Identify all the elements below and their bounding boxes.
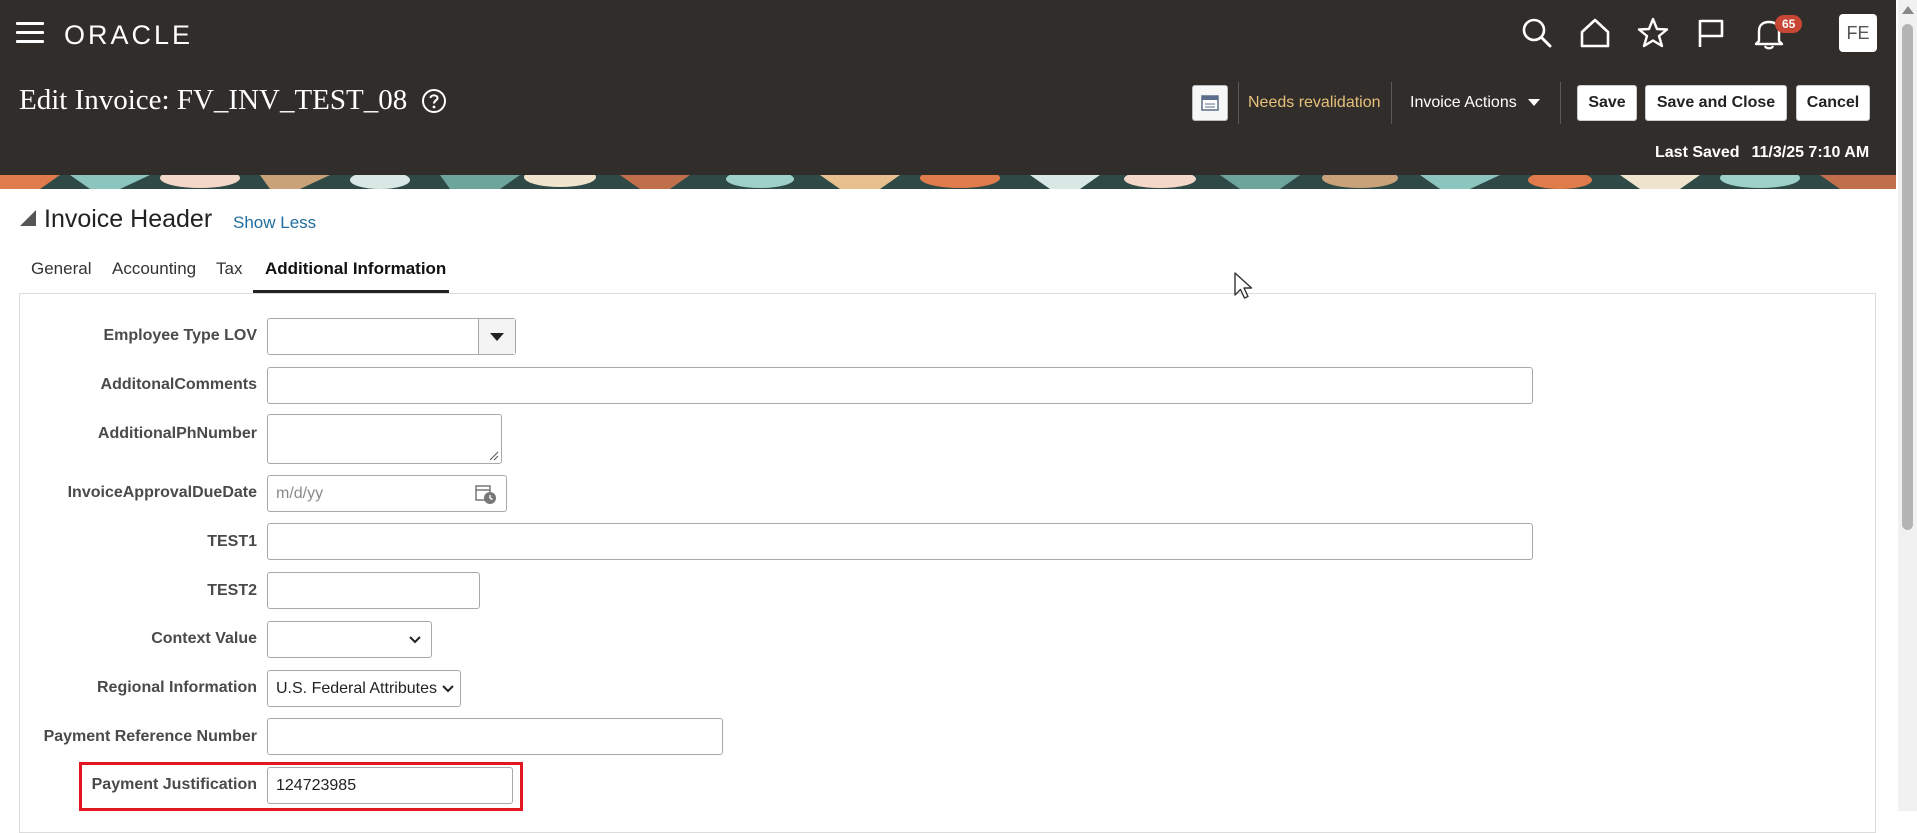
save-and-close-button[interactable]: Save and Close [1645,85,1787,121]
invoice-actions-label: Invoice Actions [1410,94,1517,111]
oracle-logo: ORACLE [64,20,194,50]
resize-handle-icon[interactable] [489,451,499,461]
home-icon[interactable] [1578,16,1612,50]
toolbar-divider [1560,82,1561,124]
test2-input[interactable] [267,572,480,609]
global-header: ORACLE 65 FE Edit Invoice: FV_INV_TEST_0… [0,0,1896,175]
employee-type-lov-dropdown-button[interactable] [478,319,515,354]
calendar-icon[interactable] [474,482,498,506]
mouse-cursor-icon [1234,272,1253,299]
search-icon[interactable] [1520,16,1554,50]
user-avatar[interactable]: FE [1839,14,1877,52]
date-placeholder: m/d/yy [276,484,324,502]
additional-ph-number-textarea[interactable] [267,414,502,464]
scroll-up-arrow[interactable] [1902,6,1914,14]
additional-comments-label: AdditonalComments [100,376,257,393]
additional-ph-number-label: AdditionalPhNumber [97,425,257,442]
notification-count-badge: 65 [1775,15,1803,33]
payment-reference-number-label: Payment Reference Number [43,728,257,745]
validation-status[interactable]: Needs revalidation [1248,94,1381,112]
decorative-banner [0,175,1896,189]
test1-input[interactable] [267,523,1533,560]
chevron-down-icon [409,636,421,644]
context-value-label: Context Value [151,630,257,647]
toolbar-divider [1391,82,1392,124]
additional-comments-input[interactable] [267,367,1533,404]
test1-label: TEST1 [207,533,257,550]
tab-tax[interactable]: Tax [216,259,242,279]
scroll-thumb[interactable] [1902,24,1913,530]
payment-justification-label: Payment Justification [91,776,257,793]
invoice-actions-menu[interactable]: Invoice Actions [1410,94,1541,112]
tab-additional-information[interactable]: Additional Information [265,259,446,279]
payment-justification-value: 124723985 [276,776,357,794]
regional-information-label: Regional Information [97,679,257,696]
toolbar-divider [1238,82,1239,124]
regional-information-value: U.S. Federal Attributes [276,679,437,697]
last-saved-info: Last Saved 11/3/25 7:10 AM [1655,144,1869,162]
flag-icon[interactable] [1694,16,1728,50]
vertical-scrollbar[interactable] [1898,0,1917,811]
payment-reference-number-input[interactable] [267,718,723,755]
context-value-select[interactable] [267,621,432,658]
tab-accounting[interactable]: Accounting [112,259,196,279]
tab-general[interactable]: General [31,259,91,279]
employee-type-lov-field[interactable] [267,318,516,355]
last-saved-label: Last Saved [1655,144,1740,161]
payment-justification-input[interactable]: 124723985 [267,767,513,804]
page-title: Edit Invoice: FV_INV_TEST_08 [19,84,408,116]
chevron-down-icon [442,685,454,693]
employee-type-lov-label: Employee Type LOV [103,327,257,344]
invoice-approval-due-date-input[interactable]: m/d/yy [267,475,507,512]
last-saved-timestamp: 11/3/25 7:10 AM [1751,144,1870,161]
show-less-link[interactable]: Show Less [233,213,316,233]
help-icon[interactable] [421,88,447,114]
collapse-section-icon[interactable] [20,210,36,226]
schedule-button[interactable] [1192,85,1228,121]
regional-information-select[interactable]: U.S. Federal Attributes [267,670,461,707]
invoice-approval-due-date-label: InvoiceApprovalDueDate [67,484,257,501]
star-icon[interactable] [1636,16,1670,50]
cancel-button[interactable]: Cancel [1796,85,1870,121]
test2-label: TEST2 [207,582,257,599]
section-title: Invoice Header [44,205,213,233]
hamburger-menu-icon[interactable] [16,22,44,44]
schedule-icon [1201,95,1219,111]
chevron-down-icon [1528,99,1541,106]
save-button[interactable]: Save [1577,85,1637,121]
